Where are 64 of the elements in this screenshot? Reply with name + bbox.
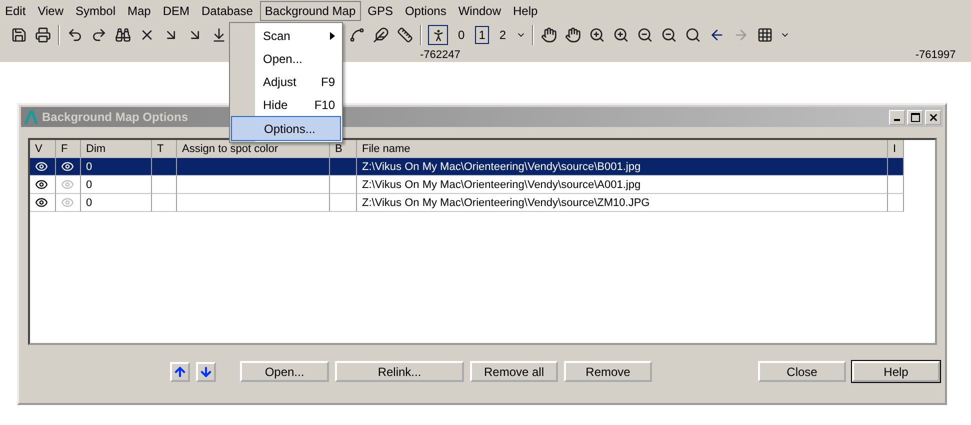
dialog-button[interactable]: Close [758, 361, 846, 382]
figure-icon[interactable] [428, 25, 448, 45]
zoom-in-icon[interactable] [588, 26, 606, 44]
pen-icon[interactable] [372, 26, 390, 44]
table-cell: Z:\Vikus On My Mac\Orienteering\Vendy\source\ZM10.JPG [357, 194, 888, 212]
menu-item[interactable]: Symbol [70, 1, 120, 21]
maximize-button[interactable] [907, 110, 923, 124]
menu-option[interactable]: Adjust F9 [231, 70, 341, 93]
table-row[interactable]: 0 Z:\Vikus On My Mac\Orienteering\Vendy\source\A001.jpg [30, 176, 904, 194]
dialog-button[interactable]: Help [852, 361, 940, 382]
menu-item[interactable]: Background Map [260, 1, 361, 21]
menu-item[interactable]: Help [508, 1, 543, 21]
menu-item[interactable]: GPS [362, 1, 398, 21]
table-cell: 0 [81, 194, 152, 212]
curve-icon[interactable] [348, 26, 366, 44]
print-icon[interactable] [34, 26, 52, 44]
level-button[interactable]: 2 [495, 26, 510, 44]
undo-icon[interactable] [66, 26, 84, 44]
menu-item[interactable]: Window [453, 1, 506, 21]
menu-option[interactable]: Scan [231, 24, 341, 47]
menu-option[interactable]: Options... [231, 116, 341, 141]
app-logo-icon [23, 109, 39, 125]
minimize-button[interactable] [889, 110, 905, 124]
shortcut-text: F9 [320, 74, 335, 88]
hand-icon[interactable] [540, 26, 558, 44]
zoom-in-icon[interactable] [612, 26, 630, 44]
window-title: Background Map Options [42, 110, 190, 124]
grid-icon[interactable] [756, 26, 774, 44]
maximize-icon [910, 112, 920, 122]
close-icon [928, 112, 938, 122]
level-button[interactable]: 0 [454, 26, 469, 44]
hand-icon[interactable] [564, 26, 582, 44]
menu-item[interactable]: Edit [0, 1, 31, 21]
eye-icon[interactable] [35, 178, 48, 191]
ruler-coordinate: -761997 [915, 49, 956, 61]
eye-icon[interactable] [35, 160, 48, 173]
dialog-button[interactable]: Remove [564, 361, 652, 382]
redo-icon[interactable] [90, 26, 108, 44]
menu-item[interactable]: View [32, 1, 68, 21]
dialog-button[interactable]: Relink... [335, 361, 464, 382]
save-icon[interactable] [10, 26, 28, 44]
menu-option[interactable]: Open... [231, 47, 341, 70]
menu-item[interactable]: Map [122, 1, 156, 21]
eye-icon[interactable] [61, 160, 74, 173]
menu-item[interactable]: Database [196, 1, 258, 21]
search-icon[interactable] [684, 26, 702, 44]
level-button[interactable]: 1 [474, 26, 490, 44]
menu-option[interactable]: Hide F10 [231, 93, 341, 116]
ruler-coordinate: -762247 [420, 49, 460, 61]
table-row[interactable]: 0 Z:\Vikus On My Mac\Orienteering\Vendy\source\ZM10.JPG [30, 194, 904, 212]
binoculars-icon[interactable] [114, 26, 132, 44]
eye-icon[interactable] [35, 196, 48, 209]
shortcut-text: F10 [314, 98, 335, 112]
move-up-button[interactable] [170, 362, 190, 382]
dialog-button[interactable]: Open... [240, 361, 329, 382]
table-row[interactable]: 0 Z:\Vikus On My Mac\Orienteering\Vendy\source\B001.jpg [30, 158, 904, 176]
menu-item[interactable]: DEM [158, 1, 195, 21]
move-down-button[interactable] [196, 362, 216, 382]
menu-item[interactable]: Options [400, 1, 452, 21]
zoom-out-icon[interactable] [660, 26, 678, 44]
dialog-button[interactable]: Remove all [470, 361, 558, 382]
ruler-icon[interactable] [396, 26, 414, 44]
close-button[interactable] [925, 110, 941, 124]
zoom-out-icon[interactable] [636, 26, 654, 44]
